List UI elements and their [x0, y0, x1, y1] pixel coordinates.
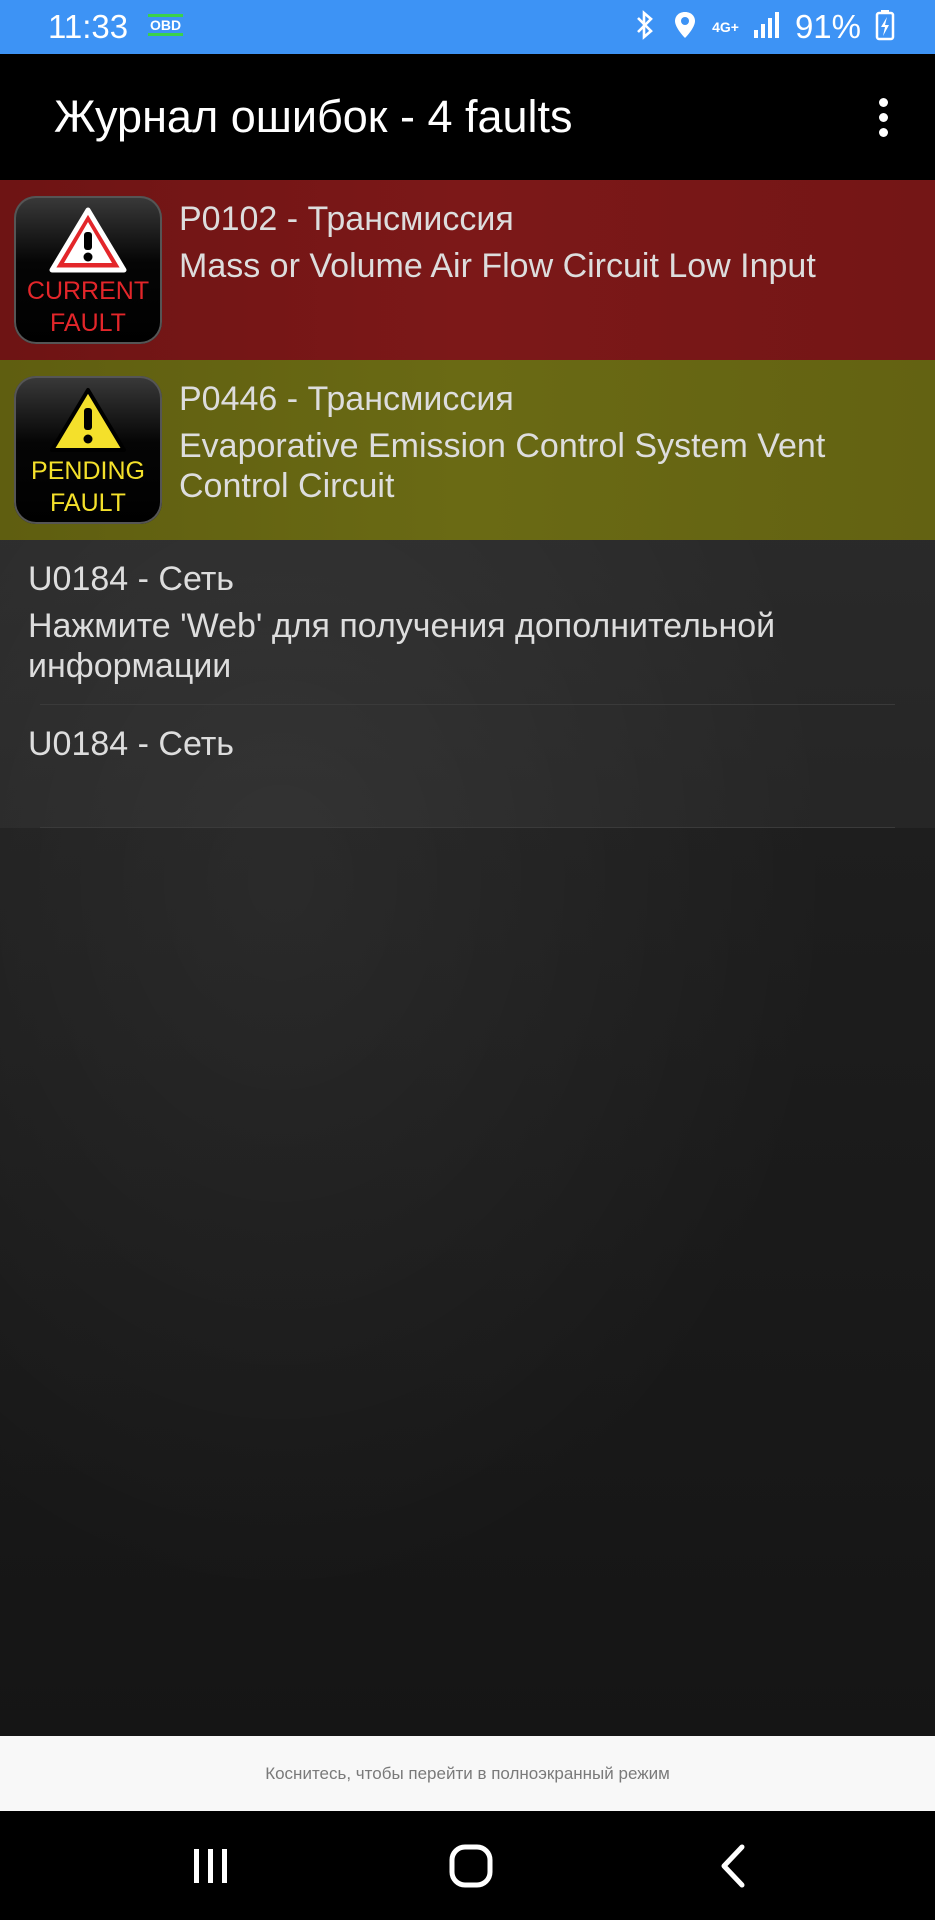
fullscreen-hint-bar[interactable]: Коснитесь, чтобы перейти в полноэкранный… — [0, 1736, 935, 1811]
warning-triangle-icon — [50, 388, 126, 452]
signal-icon — [753, 10, 781, 45]
fault-code: P0446 - Трансмиссия — [179, 380, 514, 418]
warning-triangle-icon — [49, 207, 127, 273]
badge-line1: CURRENT — [26, 277, 150, 305]
fault-row[interactable]: U0184 - Сеть Нажмите 'Web' для получения… — [0, 540, 935, 705]
battery-charging-icon — [875, 9, 895, 46]
obd-notification-icon: OBD — [148, 14, 184, 36]
badge-line1: PENDING — [31, 457, 145, 485]
home-icon[interactable] — [436, 1837, 506, 1897]
fault-row-current[interactable]: CURRENT FAULT P0102 - Трансмиссия Mass o… — [0, 180, 935, 360]
badge-line2: FAULT — [50, 489, 126, 517]
back-icon[interactable] — [698, 1837, 768, 1897]
row-divider — [40, 827, 895, 828]
fault-list: CURRENT FAULT P0102 - Трансмиссия Mass o… — [0, 180, 935, 1736]
status-bar: 11:33 OBD 4G+ 91% — [0, 0, 935, 54]
fault-code: U0184 - Сеть — [28, 560, 235, 598]
fault-description: Evaporative Emission Control System Vent… — [179, 427, 826, 505]
location-icon — [672, 9, 698, 46]
bluetooth-icon — [632, 9, 658, 46]
network-type-label: 4G+ — [712, 19, 739, 35]
badge-line2: FAULT — [50, 309, 126, 337]
fault-description: Нажмите 'Web' для получения дополнительн… — [28, 607, 776, 685]
fault-description: Mass or Volume Air Flow Circuit Low Inpu… — [179, 247, 816, 285]
fault-code: P0102 - Трансмиссия — [179, 200, 514, 238]
current-fault-badge: CURRENT FAULT — [14, 196, 162, 344]
battery-percent: 91% — [794, 8, 861, 45]
app-toolbar: Журнал ошибок - 4 faults — [0, 54, 935, 180]
more-vert-icon[interactable] — [871, 98, 895, 142]
fault-code: U0184 - Сеть — [28, 725, 235, 763]
status-icons: 4G+ 91% — [632, 8, 895, 46]
fault-row-pending[interactable]: PENDING FAULT P0446 - Трансмиссия Evapor… — [0, 360, 935, 540]
navigation-bar — [0, 1811, 935, 1920]
recent-apps-icon[interactable] — [176, 1837, 246, 1897]
page-title: Журнал ошибок - 4 faults — [54, 91, 573, 142]
fault-row[interactable]: U0184 - Сеть — [0, 705, 935, 828]
pending-fault-badge: PENDING FAULT — [14, 376, 162, 524]
status-time: 11:33 — [48, 8, 129, 45]
